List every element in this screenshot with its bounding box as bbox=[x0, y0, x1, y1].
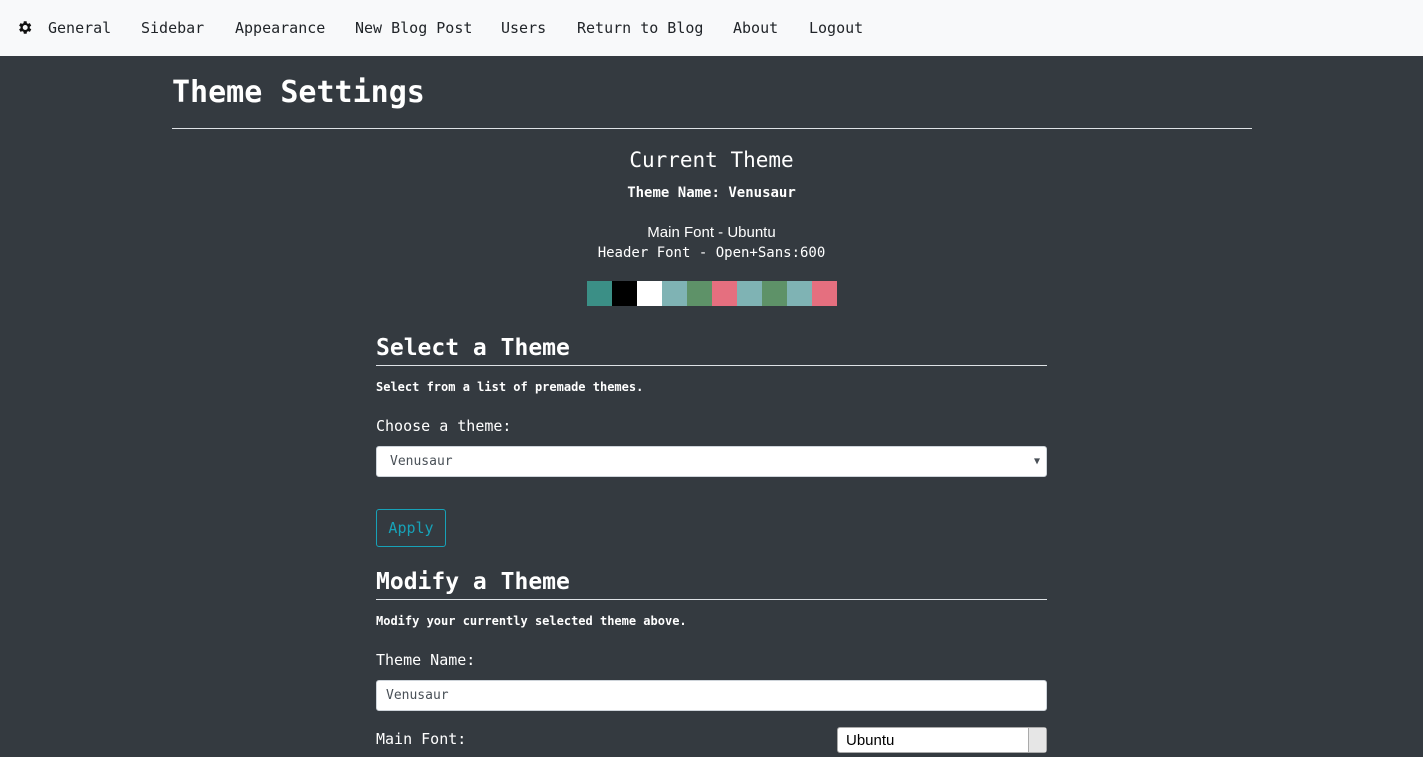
color-swatch-2 bbox=[612, 281, 637, 306]
theme-color-swatches bbox=[587, 281, 837, 306]
select-theme-heading: Select a Theme bbox=[376, 335, 570, 361]
nav-return-to-blog[interactable]: Return to Blog bbox=[577, 18, 703, 38]
chevron-down-icon: ▼ bbox=[1033, 456, 1040, 467]
modify-theme-description: Modify your currently selected theme abo… bbox=[376, 614, 687, 628]
theme-select[interactable]: Venusaur ▼ bbox=[376, 446, 1047, 477]
title-divider bbox=[172, 128, 1252, 129]
nav-sidebar[interactable]: Sidebar bbox=[141, 18, 204, 38]
color-swatch-7 bbox=[737, 281, 762, 306]
choose-theme-label: Choose a theme: bbox=[376, 417, 512, 435]
apply-button[interactable]: Apply bbox=[376, 509, 446, 547]
current-main-font: Main Font - Ubuntu bbox=[647, 224, 776, 241]
color-swatch-4 bbox=[662, 281, 687, 306]
page-title: Theme Settings bbox=[172, 75, 425, 110]
theme-name-input[interactable]: Venusaur bbox=[376, 680, 1047, 711]
modify-theme-heading: Modify a Theme bbox=[376, 569, 570, 595]
color-swatch-5 bbox=[687, 281, 712, 306]
current-theme-heading: Current Theme bbox=[629, 148, 794, 172]
top-navbar: General Sidebar Appearance New Blog Post… bbox=[0, 0, 1423, 56]
color-swatch-10 bbox=[812, 281, 837, 306]
color-swatch-3 bbox=[637, 281, 662, 306]
color-swatch-9 bbox=[787, 281, 812, 306]
color-swatch-8 bbox=[762, 281, 787, 306]
current-header-font: Header Font - Open+Sans:600 bbox=[597, 245, 826, 261]
modify-theme-divider bbox=[376, 599, 1047, 600]
theme-select-value: Venusaur bbox=[390, 454, 453, 469]
color-swatch-6 bbox=[712, 281, 737, 306]
main-font-label: Main Font: bbox=[376, 730, 467, 748]
main-font-select[interactable]: Ubuntu bbox=[837, 727, 1047, 753]
current-theme-name: Theme Name: Venusaur bbox=[627, 185, 796, 201]
main-font-value: Ubuntu bbox=[846, 732, 895, 749]
nav-about[interactable]: About bbox=[733, 18, 778, 38]
nav-users[interactable]: Users bbox=[501, 18, 546, 38]
select-theme-divider bbox=[376, 365, 1047, 366]
gear-icon[interactable] bbox=[16, 19, 33, 36]
nav-logout[interactable]: Logout bbox=[809, 18, 863, 38]
nav-new-blog-post[interactable]: New Blog Post bbox=[355, 18, 472, 38]
nav-appearance[interactable]: Appearance bbox=[235, 18, 325, 38]
theme-name-value: Venusaur bbox=[386, 688, 449, 703]
dropdown-toggle-icon[interactable] bbox=[1028, 728, 1046, 752]
theme-name-label: Theme Name: bbox=[376, 651, 476, 669]
nav-general[interactable]: General bbox=[48, 18, 111, 38]
select-theme-description: Select from a list of premade themes. bbox=[376, 380, 644, 394]
color-swatch-1 bbox=[587, 281, 612, 306]
